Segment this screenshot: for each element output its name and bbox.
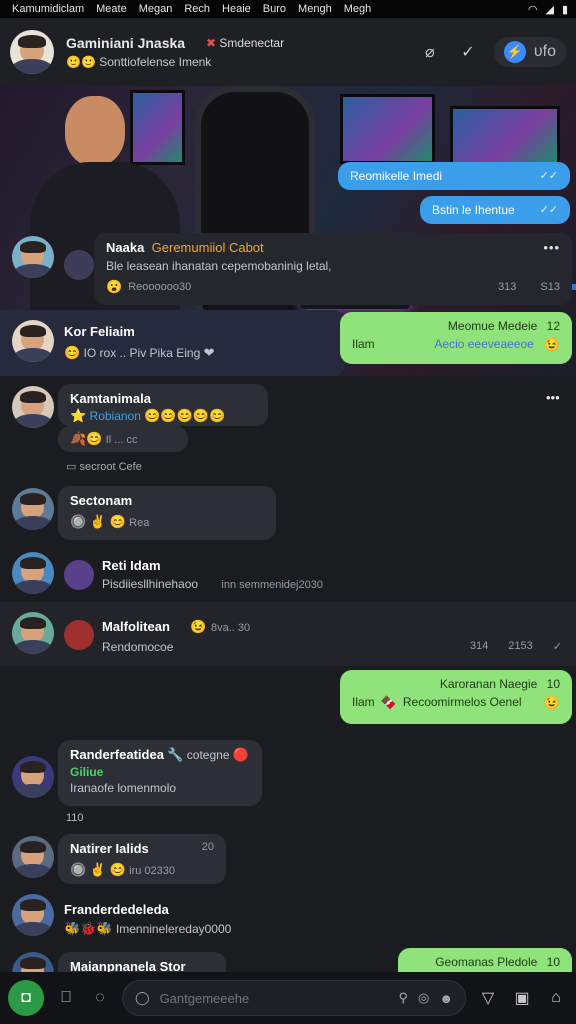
monitor-shape — [450, 106, 560, 166]
sender-avatar[interactable] — [12, 320, 54, 362]
reaction-emoji: 😮 — [106, 279, 123, 294]
outgoing-message[interactable]: Reomikelle Imedi ✓✓ — [338, 162, 570, 190]
incoming-message[interactable]: Kamtanimala ⭐ Robianon 😊😊😊😊😊 — [58, 384, 268, 426]
sender-avatar[interactable] — [12, 488, 54, 530]
monitor-shape — [340, 94, 435, 164]
thread-footnote[interactable]: ▭ secroot Cefe — [66, 460, 142, 473]
menu-item[interactable]: Buro — [263, 3, 286, 15]
header-status: ✖ Smdenectar — [206, 36, 285, 50]
chat-header: Gaminiani Jnaska 🙂🙂 Sonttiofelense Imenk… — [0, 18, 576, 86]
outgoing-message[interactable]: Bstin le Ihentue ✓✓ — [420, 196, 570, 224]
incoming-message[interactable]: Natirer Ialids 20 🔘 ✌ 😊 iru 02330 — [58, 834, 226, 884]
compose-bar: ◘ ⎕ ◌ ◯ ⚲ ◎ ☻ ▽ ▣ ⌂ — [0, 972, 576, 1024]
sender-avatar[interactable] — [12, 612, 54, 654]
message-row[interactable]: Reti Idam Pisdiiesllhinehaoo inn semmeni… — [102, 558, 323, 591]
smile-icon[interactable]: ☻ — [439, 991, 453, 1006]
outgoing-reply[interactable]: Meomue Medeie 12 Ilam Aecio eeeveaeeoe 😉 — [340, 312, 572, 364]
message-row[interactable]: Kor Feliaim 😊 IO rox .. Piv Pika Eing ❤ — [64, 324, 215, 361]
incoming-message[interactable]: Sectonam 🔘 ✌ 😊 Rea — [58, 486, 276, 540]
check-icon: ✓ — [552, 641, 562, 653]
messenger-icon: ⚡ — [503, 41, 526, 63]
mention-icon[interactable]: ◎ — [418, 990, 429, 1006]
group-avatar[interactable] — [10, 30, 54, 74]
sender-avatar[interactable] — [12, 386, 54, 428]
message-row[interactable]: Malfolitean 😉 8va.. 30 Rendomocoe 314 21… — [102, 618, 562, 654]
menu-item[interactable]: Heaie — [222, 3, 251, 15]
send-icon[interactable]: ▽ — [476, 988, 500, 1008]
camera-icon[interactable]: ▣ — [510, 988, 534, 1008]
sticker-icon[interactable]: ◌ — [88, 989, 112, 1007]
call-pill[interactable]: ⚡ ᴜfo — [493, 37, 566, 67]
menu-item[interactable]: Rech — [184, 3, 210, 15]
message-input-wrap: ◯ ⚲ ◎ ☻ — [122, 980, 466, 1016]
sender-avatar[interactable] — [12, 894, 54, 936]
sender-avatar[interactable] — [12, 552, 54, 594]
thread-icon: ▭ — [66, 461, 77, 473]
menu-item[interactable]: Megh — [344, 3, 372, 15]
sender-avatar[interactable] — [12, 236, 54, 278]
message-card[interactable]: Naaka Geremumiiol Cabot ••• Ble leasean … — [94, 233, 572, 305]
outgoing-message[interactable]: Karoranan Naegie 10 Ilam 🍫 Recoomirmelos… — [340, 670, 572, 724]
reply-count[interactable]: 110 — [66, 812, 84, 824]
search-icon[interactable]: ⚲ — [398, 990, 408, 1006]
message-row[interactable]: Franderdedeleda 🐝🐞🐝 Imenninelereday0000 — [64, 902, 231, 937]
sender-avatar-small[interactable] — [64, 620, 94, 650]
wifi-icon: ◠ — [527, 3, 538, 16]
sender-avatar-small[interactable] — [64, 250, 94, 280]
message-preview: 😊 IO rox .. Piv Pika Eing ❤ — [64, 345, 215, 360]
header-actions: ⌀ ✓ ⚡ ᴜfo — [418, 37, 566, 67]
sender-avatar[interactable] — [12, 756, 54, 798]
chat-subtitle: 🙂🙂 Sonttiofelense Imenk — [66, 55, 212, 69]
close-icon: ✖ — [206, 36, 217, 50]
more-icon[interactable]: ••• — [546, 390, 560, 405]
emoji-icon: 🙂🙂 — [66, 55, 96, 69]
sender-avatar-small[interactable] — [64, 560, 94, 590]
gift-icon[interactable]: ⌂ — [544, 989, 568, 1007]
link-icon[interactable]: ⌀ — [418, 42, 442, 62]
menu-item[interactable]: Meate — [96, 3, 127, 15]
sender-avatar[interactable] — [12, 836, 54, 878]
attachment-icon[interactable]: ⎕ — [54, 989, 78, 1007]
menu-item[interactable]: Megan — [139, 3, 173, 15]
check-icon[interactable]: ✓ — [456, 42, 480, 62]
battery-icon: ▮ — [561, 3, 568, 16]
more-icon[interactable]: ••• — [543, 240, 560, 255]
signal-icon: ◢ — [545, 3, 554, 16]
menu-bar: Kamumidiclam Meate Megan Rech Heaie Buro… — [8, 3, 528, 15]
reaction-bar[interactable]: 🍂😊 Il ... cc — [58, 426, 188, 452]
system-tray: ◠ ◢ ▮ — [528, 3, 568, 16]
menu-item[interactable]: Mengh — [298, 3, 332, 15]
menu-item[interactable]: Kamumidiclam — [12, 3, 84, 15]
emoji-picker-icon[interactable]: ◯ — [135, 990, 150, 1006]
message-input[interactable] — [159, 990, 389, 1006]
home-button[interactable]: ◘ — [8, 980, 44, 1016]
incoming-message[interactable]: Randerfeatidea 🔧 cotegne 🔴 Giliue Iranao… — [58, 740, 262, 806]
status-bar: Kamumidiclam Meate Megan Rech Heaie Buro… — [0, 0, 576, 18]
